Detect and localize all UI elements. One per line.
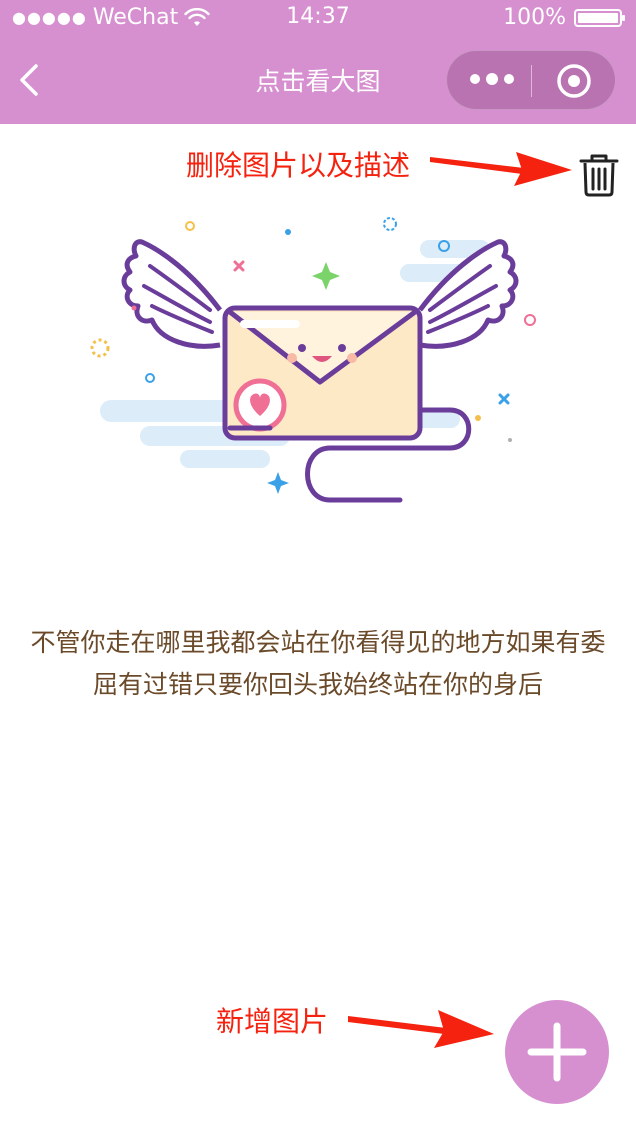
status-bar: ●●●●● WeChat 14:37 100%: [0, 0, 636, 36]
target-close-icon[interactable]: [555, 62, 593, 100]
image-description: 不管你走在哪里我都会站在你看得见的地方如果有委屈有过错只要你回头我始终站在你的身…: [30, 628, 606, 699]
arrow-to-add-icon: [348, 1010, 494, 1048]
plus-icon: [527, 1022, 587, 1082]
nav-bar: 点击看大图: [0, 36, 636, 124]
more-dots-icon[interactable]: [467, 69, 517, 89]
add-image-button[interactable]: [505, 1000, 609, 1104]
delete-annotation-label: 删除图片以及描述: [186, 149, 411, 182]
arrow-to-delete-icon: [430, 152, 572, 186]
trash-icon[interactable]: [576, 152, 622, 198]
battery-icon: [574, 8, 625, 27]
add-annotation-label: 新增图片: [216, 1005, 329, 1038]
mini-program-capsule: [446, 50, 616, 110]
status-right: 100%: [503, 5, 625, 30]
winged-envelope-illustration: [90, 217, 536, 503]
battery-percent: 100%: [503, 5, 566, 30]
capsule-divider: [531, 65, 532, 97]
